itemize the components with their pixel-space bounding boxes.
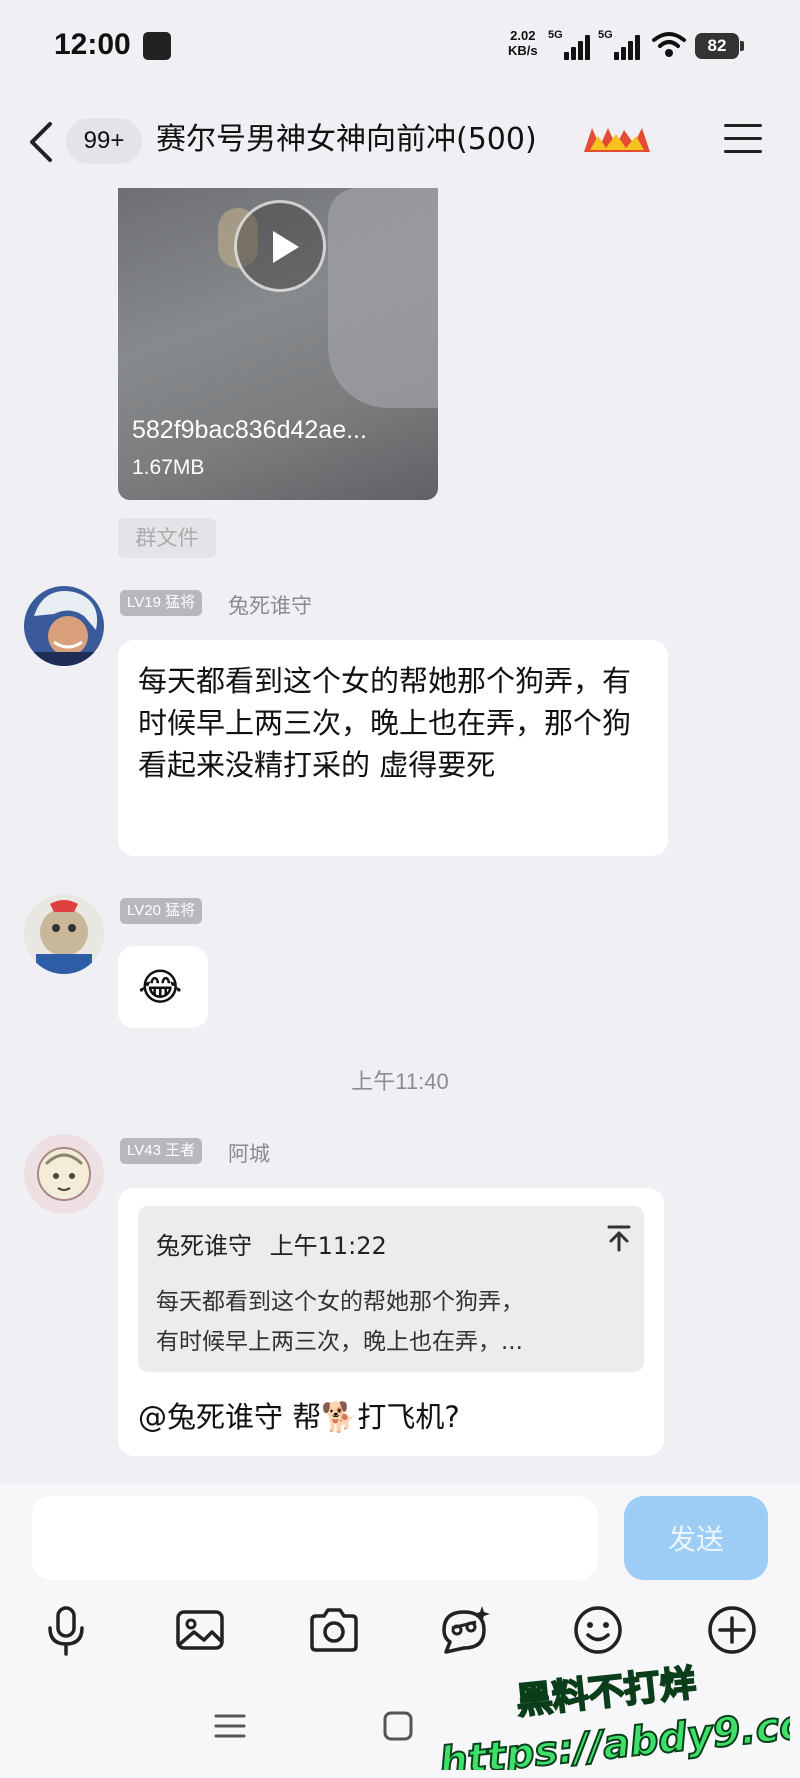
quote-header: 兔死谁守 上午11:22 xyxy=(156,1226,387,1261)
sender-name[interactable]: 阿城 xyxy=(228,1138,270,1168)
wifi-icon xyxy=(652,32,686,57)
message-input[interactable] xyxy=(32,1496,598,1580)
avatar[interactable] xyxy=(24,586,104,666)
chat-header: 99+ 赛尔号男神女神向前冲(500) xyxy=(0,92,800,188)
message-bubble[interactable]: 兔死谁守 上午11:22 每天都看到这个女的帮她那个狗弄， 有时候早上两三次，晚… xyxy=(118,1188,664,1456)
message-bubble[interactable]: 😂 xyxy=(118,946,208,1028)
message-bubble[interactable]: 每天都看到这个女的帮她那个狗弄，有时候早上两三次，晚上也在弄，那个狗看起来没精打… xyxy=(118,640,668,856)
laughing-emoji: 😂 xyxy=(138,965,183,1009)
unread-count-badge[interactable]: 99+ xyxy=(66,118,142,164)
signal-2-label: 5G xyxy=(598,29,613,41)
status-time: 12:00 xyxy=(54,28,131,61)
signal-1-label: 5G xyxy=(548,29,563,41)
reply-mention: @兔死谁守 帮 xyxy=(138,1400,322,1434)
sticker-icon[interactable] xyxy=(436,1602,492,1658)
image-icon[interactable] xyxy=(172,1602,228,1658)
emoji-icon[interactable] xyxy=(570,1602,626,1658)
nav-home-icon[interactable] xyxy=(382,1710,414,1742)
level-badge: LV43 王者 xyxy=(120,1138,203,1164)
dog-emoji: 🐕 xyxy=(321,1400,358,1434)
time-separator: 上午11:40 xyxy=(351,1069,449,1094)
network-speed: 2.02 KB/s xyxy=(508,28,538,58)
plus-icon[interactable] xyxy=(704,1602,760,1658)
group-logo-icon xyxy=(584,128,650,152)
avatar[interactable] xyxy=(24,894,104,974)
back-icon[interactable] xyxy=(26,120,58,164)
quote-time: 上午11:22 xyxy=(269,1232,387,1260)
notification-app-icon xyxy=(143,32,171,60)
battery-level: 82 xyxy=(695,33,744,59)
play-icon[interactable] xyxy=(234,200,326,292)
menu-icon[interactable] xyxy=(724,124,762,154)
sender-name[interactable]: 兔死谁守 xyxy=(228,590,312,620)
level-badge: LV19 猛将 xyxy=(120,590,203,616)
reply-text: @兔死谁守 帮🐕打飞机? xyxy=(138,1394,460,1436)
group-title[interactable]: 赛尔号男神女神向前冲(500) xyxy=(156,116,537,164)
reply-suffix: 打飞机? xyxy=(357,1400,460,1434)
video-file-card[interactable]: 582f9bac836d42ae... 1.67MB xyxy=(118,188,438,500)
send-button[interactable]: 发送 xyxy=(624,1496,768,1580)
group-file-tag[interactable]: 群文件 xyxy=(118,518,216,558)
camera-icon[interactable] xyxy=(306,1602,362,1658)
status-bar: 12:00 2.02 KB/s 5G 5G 82 xyxy=(0,0,800,92)
quoted-message[interactable]: 兔死谁守 上午11:22 每天都看到这个女的帮她那个狗弄， 有时候早上两三次，晚… xyxy=(138,1206,644,1372)
video-file-size: 1.67MB xyxy=(132,456,205,479)
nav-menu-icon[interactable] xyxy=(214,1710,246,1742)
jump-to-quote-icon[interactable] xyxy=(606,1224,632,1252)
network-speed-value: 2.02 xyxy=(510,28,536,43)
quote-text-line: 每天都看到这个女的帮她那个狗弄， xyxy=(156,1289,524,1315)
quote-sender: 兔死谁守 xyxy=(156,1232,252,1260)
watermark: 黑料不打烊 https://abdy9.com xyxy=(436,1662,790,1770)
video-file-name: 582f9bac836d42ae... xyxy=(132,416,367,444)
network-speed-unit: KB/s xyxy=(508,43,538,58)
message-text: 每天都看到这个女的帮她那个狗弄，有时候早上两三次，晚上也在弄，那个狗看起来没精打… xyxy=(138,664,632,782)
svg-text:黑料不打烊: 黑料不打烊 xyxy=(515,1663,698,1723)
level-badge: LV20 猛将 xyxy=(120,898,203,924)
microphone-icon[interactable] xyxy=(38,1602,94,1658)
avatar[interactable] xyxy=(24,1134,104,1214)
quote-text-line: 有时候早上两三次，晚上也在弄，... xyxy=(156,1329,523,1355)
